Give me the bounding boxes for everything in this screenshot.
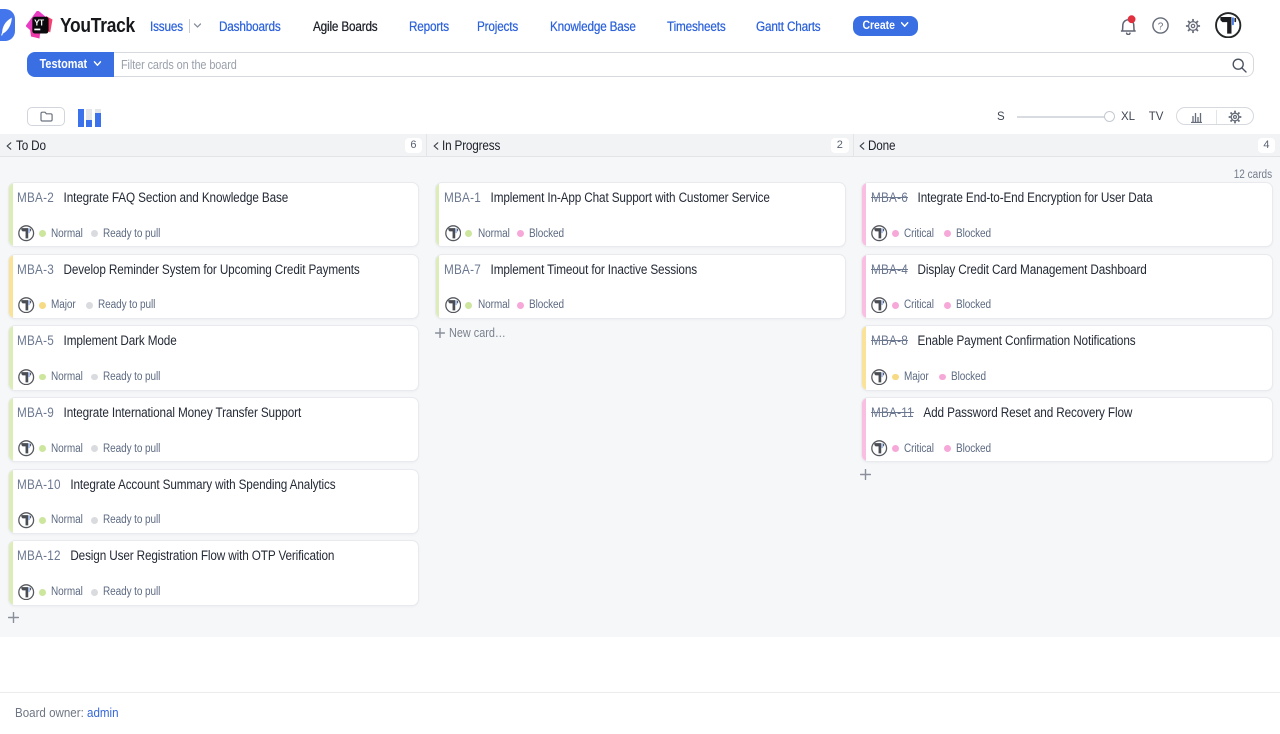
svg-text:YT: YT (34, 18, 44, 27)
svg-text:?: ? (1157, 21, 1163, 32)
